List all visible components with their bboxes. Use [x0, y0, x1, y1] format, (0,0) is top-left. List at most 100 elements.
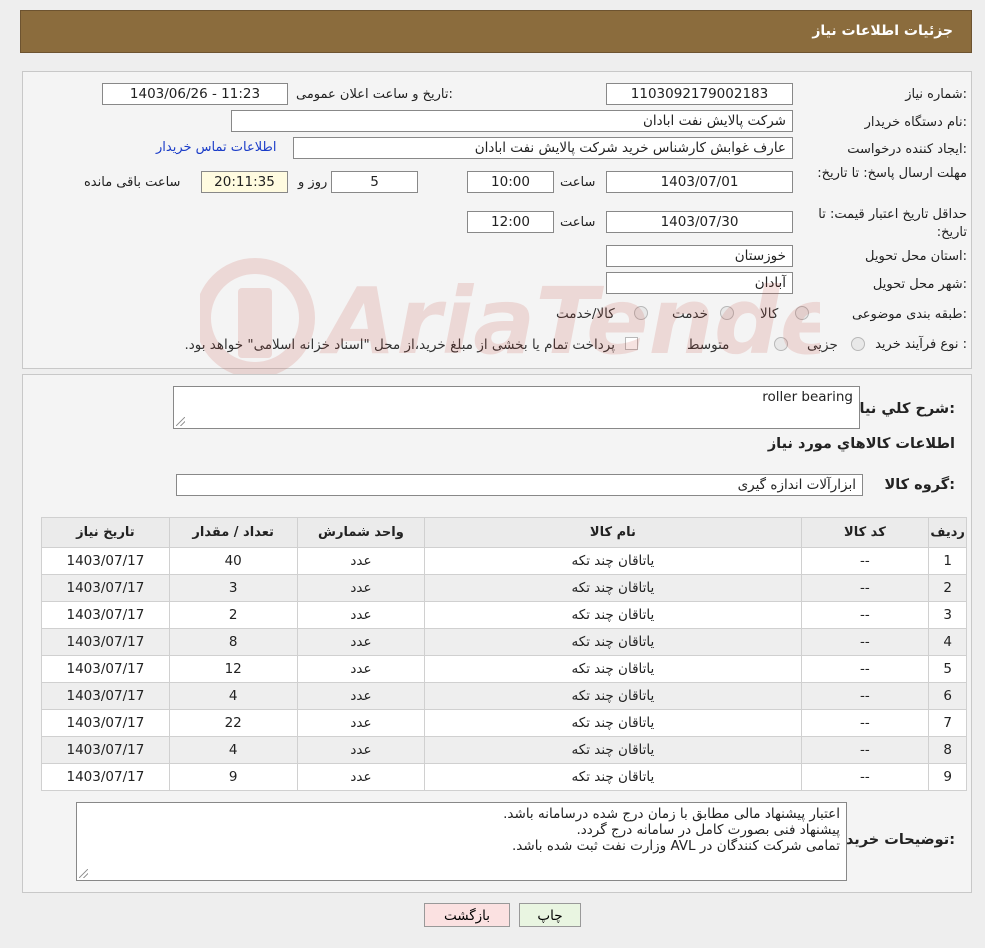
cell-row-number: 7	[929, 710, 966, 736]
province-field: خوزستان	[606, 245, 793, 267]
page-title: جزئیات اطلاعات نیاز	[812, 23, 953, 39]
cell-need-date: 1403/07/17	[42, 629, 169, 655]
table-row: 4 -- یاتاقان چند تکه عدد 8 1403/07/17	[42, 629, 966, 655]
deadline-time-field: 10:00	[467, 171, 554, 193]
validity-time-field: 12:00	[467, 211, 554, 233]
group-label: گروه کالا:	[884, 477, 955, 493]
buyer-note-line: اعتبار پیشنهاد مالی مطابق با زمان درج شد…	[503, 806, 840, 822]
cell-item-code: --	[801, 602, 929, 628]
process-radio-medium[interactable]	[774, 337, 788, 351]
days-label: روز و	[298, 175, 328, 190]
days-field: 5	[331, 171, 418, 193]
cell-row-number: 8	[929, 737, 966, 763]
description-textarea[interactable]: roller bearing	[173, 386, 860, 429]
cell-row-number: 6	[929, 683, 966, 709]
cell-need-date: 1403/07/17	[42, 710, 169, 736]
cell-need-date: 1403/07/17	[42, 764, 169, 790]
deadline-time-label: ساعت	[560, 175, 596, 190]
announce-label: تاریخ و ساعت اعلان عمومی:	[296, 87, 453, 102]
cell-quantity: 4	[169, 683, 297, 709]
cell-need-date: 1403/07/17	[42, 602, 169, 628]
col-item-name: نام کالا	[425, 518, 801, 547]
category-goods-label: کالا	[760, 306, 779, 322]
creator-label: ایجاد کننده درخواست:	[847, 142, 967, 157]
category-service-label: خدمت	[672, 306, 708, 322]
table-row: 8 -- یاتاقان چند تکه عدد 4 1403/07/17	[42, 737, 966, 763]
cell-row-number: 3	[929, 602, 966, 628]
validity-date-field: 1403/07/30	[606, 211, 793, 233]
process-radio-minor[interactable]	[851, 337, 865, 351]
cell-need-date: 1403/07/17	[42, 683, 169, 709]
category-goods-service-label: کالا/خدمت	[556, 306, 615, 322]
table-header-row: رديف کد کالا نام کالا واحد شمارش تعداد /…	[42, 518, 966, 547]
cell-unit: عدد	[297, 656, 425, 682]
notes-label: توضیحات خریدار:	[832, 832, 955, 848]
cell-item-code: --	[801, 710, 929, 736]
cell-unit: عدد	[297, 629, 425, 655]
process-label: نوع فرآیند خرید :	[875, 337, 967, 352]
treasury-checkbox[interactable]	[625, 337, 638, 350]
buyer-org-field: شرکت پالایش نفت ابادان	[231, 110, 793, 132]
cell-item-code: --	[801, 575, 929, 601]
table-row: 7 -- یاتاقان چند تکه عدد 22 1403/07/17	[42, 710, 966, 736]
col-unit: واحد شمارش	[297, 518, 425, 547]
items-table-body: 1 -- یاتاقان چند تکه عدد 40 1403/07/17 2 -- یاتا…	[42, 548, 966, 790]
back-button[interactable]: بازگشت	[424, 903, 510, 927]
buyer-notes-textarea[interactable]: اعتبار پیشنهاد مالی مطابق با زمان درج شد…	[76, 802, 847, 881]
resize-grip-icon[interactable]	[176, 417, 185, 426]
cell-need-date: 1403/07/17	[42, 548, 169, 574]
cell-quantity: 8	[169, 629, 297, 655]
city-label: شهر محل تحویل:	[872, 277, 967, 292]
description-text: roller bearing	[762, 389, 853, 405]
cell-item-name: یاتاقان چند تکه	[425, 629, 801, 655]
process-minor-label: جزیی	[807, 337, 838, 353]
resize-grip-icon[interactable]	[79, 869, 88, 878]
category-radio-goods-service[interactable]	[634, 306, 648, 320]
cell-need-date: 1403/07/17	[42, 656, 169, 682]
cell-item-name: یاتاقان چند تکه	[425, 575, 801, 601]
need-number-label: شماره نیاز:	[905, 87, 967, 102]
buyer-note-line: پیشنهاد فنی بصورت کامل در سامانه درج گرد…	[576, 822, 840, 838]
cell-quantity: 40	[169, 548, 297, 574]
group-field: ابزارآلات اندازه گیری	[176, 474, 863, 496]
cell-item-name: یاتاقان چند تکه	[425, 602, 801, 628]
category-label: طبقه بندی موضوعی:	[851, 307, 967, 322]
deadline-label: مهلت ارسال پاسخ: تا تاریخ:	[817, 166, 967, 181]
category-radio-goods[interactable]	[795, 306, 809, 320]
payment-note: پرداخت تمام یا بخشی از مبلغ خرید،از محل …	[184, 337, 615, 353]
print-button[interactable]: چاپ	[519, 903, 581, 927]
cell-unit: عدد	[297, 710, 425, 736]
items-table: رديف کد کالا نام کالا واحد شمارش تعداد /…	[41, 517, 967, 791]
table-row: 1 -- یاتاقان چند تکه عدد 40 1403/07/17	[42, 548, 966, 574]
announce-field: 1403/06/26 - 11:23	[102, 83, 288, 105]
cell-item-code: --	[801, 656, 929, 682]
items-section-title: اطلاعات کالاهاي مورد نياز	[767, 436, 955, 452]
cell-unit: عدد	[297, 548, 425, 574]
remaining-label: ساعت باقی مانده	[84, 175, 181, 190]
need-number-field: 1103092179002183	[606, 83, 793, 105]
table-row: 9 -- یاتاقان چند تکه عدد 9 1403/07/17	[42, 764, 966, 790]
cell-item-name: یاتاقان چند تکه	[425, 737, 801, 763]
cell-item-code: --	[801, 737, 929, 763]
table-row: 2 -- یاتاقان چند تکه عدد 3 1403/07/17	[42, 575, 966, 601]
cell-item-name: یاتاقان چند تکه	[425, 656, 801, 682]
cell-row-number: 9	[929, 764, 966, 790]
cell-row-number: 2	[929, 575, 966, 601]
process-medium-label: متوسط	[687, 337, 730, 353]
buyer-note-line: تمامی شرکت کنندگان در AVL وزارت نفت ثبت …	[512, 838, 840, 854]
cell-item-name: یاتاقان چند تکه	[425, 710, 801, 736]
deadline-date-field: 1403/07/01	[606, 171, 793, 193]
table-row: 5 -- یاتاقان چند تکه عدد 12 1403/07/17	[42, 656, 966, 682]
buyer-org-label: نام دستگاه خریدار:	[864, 115, 967, 130]
cell-item-code: --	[801, 683, 929, 709]
cell-unit: عدد	[297, 683, 425, 709]
cell-item-name: یاتاقان چند تکه	[425, 683, 801, 709]
col-item-code: کد کالا	[801, 518, 929, 547]
col-row-number: رديف	[929, 518, 966, 547]
creator-field: عارف غوابش کارشناس خرید شرکت پالایش نفت …	[293, 137, 793, 159]
cell-item-code: --	[801, 548, 929, 574]
buyer-contact-link[interactable]: اطلاعات تماس خریدار	[156, 140, 276, 155]
category-radio-service[interactable]	[720, 306, 734, 320]
cell-unit: عدد	[297, 737, 425, 763]
cell-unit: عدد	[297, 764, 425, 790]
